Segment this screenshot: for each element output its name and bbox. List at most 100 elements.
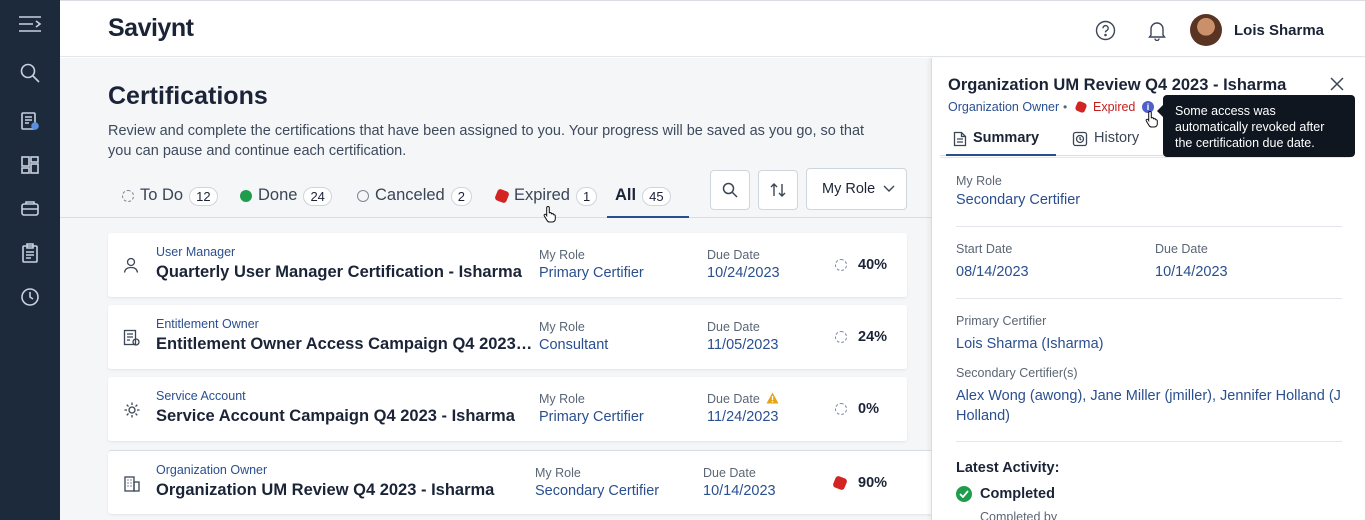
due-date-value: 10/24/2023: [707, 265, 780, 281]
clipboard-icon[interactable]: [18, 241, 42, 265]
due-date-label: Due Date: [703, 466, 756, 480]
latest-activity-title: Latest Activity:: [956, 460, 1060, 476]
role-label: My Role: [539, 320, 585, 334]
tab-label: Summary: [973, 130, 1040, 146]
primary-certifier-value: Lois Sharma (Isharma): [956, 336, 1104, 352]
tab-count-badge: 24: [303, 187, 332, 206]
page-description: Review and complete the certifications t…: [108, 123, 865, 159]
certification-card[interactable]: User Manager Quarterly User Manager Cert…: [108, 233, 907, 297]
tab-summary[interactable]: Summary: [946, 130, 1056, 156]
my-role-value: Secondary Certifier: [956, 192, 1081, 208]
my-role-label: My Role: [956, 174, 1002, 188]
dashboard-icon[interactable]: [18, 153, 42, 177]
tab-count-badge: 2: [450, 187, 472, 206]
divider: [956, 441, 1342, 442]
search-icon: [722, 182, 738, 198]
notification-bell-icon[interactable]: [1146, 19, 1168, 46]
help-icon[interactable]: [1095, 20, 1116, 46]
check-circle-icon: [956, 486, 972, 502]
sort-icon: [770, 183, 786, 197]
role-label: My Role: [539, 392, 585, 406]
chevron-down-icon: [883, 185, 895, 192]
tab-history[interactable]: History: [1072, 130, 1139, 156]
close-icon[interactable]: [1330, 77, 1344, 96]
hand-cursor-icon: [1145, 110, 1158, 128]
tab-all[interactable]: All 45: [607, 186, 689, 218]
progress-percent: 90%: [858, 475, 888, 491]
avatar[interactable]: [1190, 14, 1222, 46]
certification-name: Entitlement Owner Access Campaign Q4 202…: [156, 335, 534, 353]
activity-status-label: Completed: [980, 486, 1055, 502]
panel-owner: Organization Owner: [948, 100, 1060, 114]
page-title: Certifications: [108, 82, 268, 110]
due-date-value: 10/14/2023: [703, 483, 776, 499]
panel-title: Organization UM Review Q4 2023 - Isharma: [948, 76, 1287, 94]
menu-icon[interactable]: [18, 12, 42, 36]
progress-status-icon: [835, 403, 847, 415]
certification-card[interactable]: Service Account Service Account Campaign…: [108, 377, 907, 441]
due-date-value: 10/14/2023: [1155, 264, 1228, 280]
tab-canceled[interactable]: Canceled 2: [357, 186, 472, 218]
role-value: Primary Certifier: [539, 409, 644, 425]
due-date-value: 11/05/2023: [707, 337, 779, 353]
user-name[interactable]: Lois Sharma: [1234, 22, 1324, 39]
organization-icon: [124, 476, 140, 492]
tab-label: History: [1094, 130, 1140, 146]
role-value: Primary Certifier: [539, 265, 644, 281]
secondary-certifier-value: Alex Wong (awong), Jane Miller (jmiller)…: [956, 388, 1341, 424]
history-icon[interactable]: [18, 285, 42, 309]
progress-percent: 40%: [858, 257, 888, 273]
todo-status-icon: [122, 190, 134, 202]
certification-type: Service Account: [156, 389, 246, 403]
expired-info-tooltip: Some access was automatically revoked af…: [1157, 95, 1355, 157]
certification-type: User Manager: [156, 245, 236, 259]
certifications-main: Certifications Review and complete the c…: [60, 58, 938, 520]
document-icon: [953, 131, 967, 147]
tab-count-badge: 12: [189, 187, 218, 206]
certification-icon[interactable]: [18, 109, 42, 133]
activity-by-label: Completed by: [980, 510, 1058, 520]
service-account-icon: [124, 402, 140, 418]
due-date-label: Due Date: [707, 248, 760, 262]
tab-label: Done: [258, 186, 298, 204]
tab-label: All: [615, 186, 637, 204]
tab-done[interactable]: Done 24: [240, 186, 332, 218]
entitlement-icon: [123, 329, 140, 346]
sort-button[interactable]: [758, 170, 798, 210]
tab-label: Expired: [514, 186, 570, 204]
certification-card-selected[interactable]: Organization Owner Organization UM Revie…: [108, 450, 938, 514]
search-button[interactable]: [710, 170, 750, 210]
certification-card[interactable]: Entitlement Owner Entitlement Owner Acce…: [108, 305, 907, 369]
history-icon: [1072, 131, 1088, 147]
primary-certifier-label: Primary Certifier: [956, 314, 1047, 328]
separator-dot: •: [1063, 100, 1068, 114]
start-date-label: Start Date: [956, 242, 1013, 256]
tab-count-badge: 1: [575, 187, 598, 206]
due-date-value: 11/24/2023: [707, 409, 779, 425]
role-label: My Role: [535, 466, 581, 480]
certification-type: Entitlement Owner: [156, 317, 259, 331]
progress-status-icon: [835, 331, 847, 343]
due-date-label-row: Due Date: [707, 392, 779, 406]
progress-percent: 24%: [858, 329, 888, 345]
tab-label: Canceled: [375, 186, 445, 204]
user-icon: [123, 257, 139, 273]
role-label: My Role: [539, 248, 585, 262]
request-icon[interactable]: [18, 197, 42, 221]
secondary-certifier-label: Secondary Certifier(s): [956, 366, 1078, 380]
tab-todo[interactable]: To Do 12: [122, 186, 218, 218]
role-value: Consultant: [539, 337, 609, 353]
expired-status-icon: [1074, 100, 1088, 114]
hand-cursor-icon: [543, 205, 556, 223]
search-icon[interactable]: [18, 61, 42, 85]
top-header: Saviynt Lois Sharma: [60, 0, 1365, 57]
warning-icon: [766, 392, 779, 404]
expired-status-icon: [494, 188, 510, 204]
divider: [956, 226, 1342, 227]
due-date-label: Due Date: [707, 392, 760, 406]
role-filter-dropdown[interactable]: My Role: [806, 168, 907, 210]
canceled-status-icon: [357, 190, 369, 202]
tab-count-badge: 45: [642, 187, 671, 206]
activity-status: Completed: [956, 486, 1055, 502]
panel-status: Expired: [1093, 100, 1136, 114]
